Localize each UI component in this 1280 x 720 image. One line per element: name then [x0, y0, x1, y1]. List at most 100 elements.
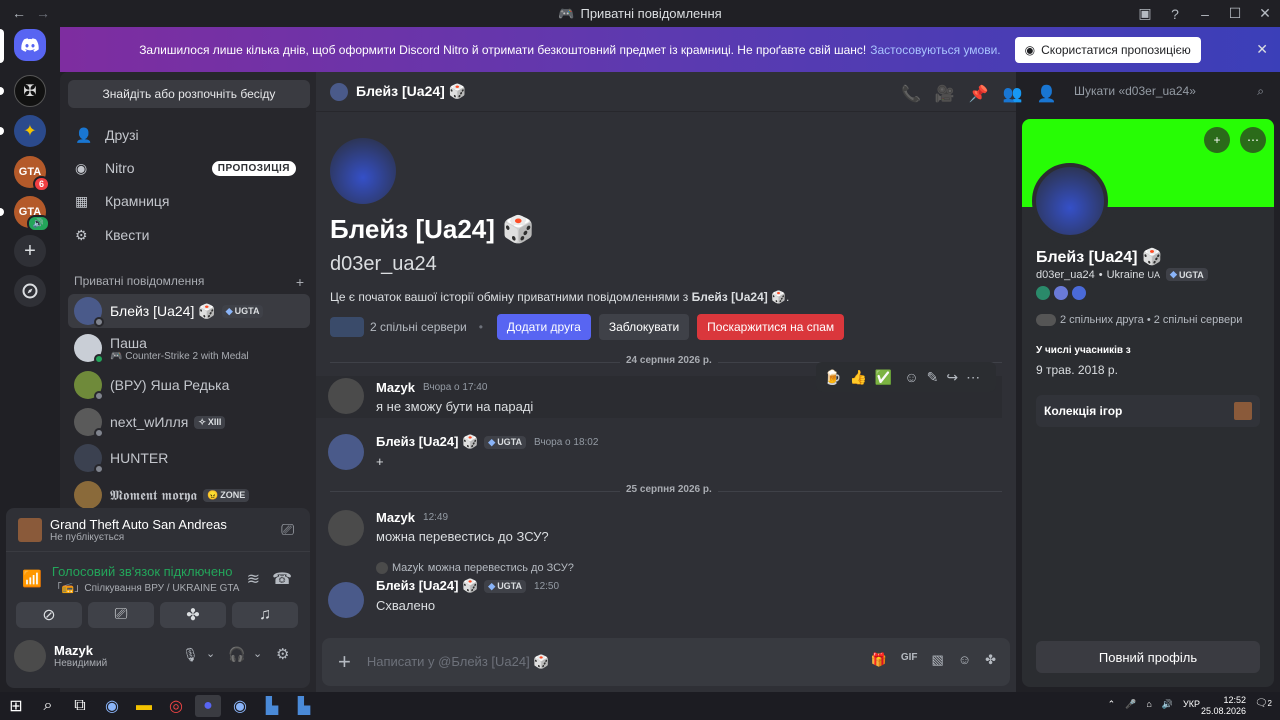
badge-nitro-icon[interactable] — [1054, 286, 1068, 300]
explore-compass-icon[interactable] — [14, 275, 46, 307]
server-icon-gta-voice[interactable]: GTA 🔊 — [14, 196, 50, 232]
guild-tag[interactable]: ◆ UGTA — [1166, 268, 1208, 281]
steam-icon[interactable]: ◉ — [99, 695, 125, 717]
chrome-icon[interactable]: ◎ — [163, 695, 189, 717]
game-activity[interactable]: Grand Theft Auto San Andreas Не публікує… — [6, 508, 310, 552]
avatar[interactable] — [328, 582, 364, 618]
sidebar-item-nitro[interactable]: ◉ Nitro ПРОПОЗИЦІЯ — [68, 152, 310, 184]
pin-icon[interactable]: 📌 — [969, 84, 989, 104]
sidebar-item-quests[interactable]: ⚙ Квести — [68, 219, 310, 251]
reaction-check-icon[interactable]: ✅ — [875, 369, 892, 386]
network-icon[interactable]: ⌂ — [1146, 699, 1151, 710]
notifications-icon[interactable]: 🗨2 — [1255, 698, 1272, 709]
app-icon[interactable]: ▙ — [259, 695, 285, 717]
apps-icon[interactable]: ✤ — [985, 652, 996, 668]
composer-placeholder[interactable]: Написати у @Блейз [Ua24] 🎲 — [367, 654, 550, 670]
steam-icon[interactable]: ◉ — [227, 695, 253, 717]
sidebar-item-friends[interactable]: 👤 Друзі — [68, 119, 310, 151]
message-author[interactable]: Mazyk — [376, 380, 415, 395]
language-indicator[interactable]: УКР — [1183, 699, 1200, 710]
voice-channel[interactable]: 「📻」Спілкування ВРУ / UKRAINE GTA — [52, 579, 240, 594]
home-discord-icon[interactable] — [14, 29, 46, 61]
avatar[interactable] — [328, 434, 364, 470]
user-profile-icon[interactable]: 👤 — [1037, 84, 1057, 104]
soundboard-button[interactable]: ♫ — [232, 602, 298, 628]
message-reply[interactable]: Mazyk можна перевестись до ЗСУ? Блейз [U… — [316, 562, 1002, 618]
forward-icon[interactable]: ↪ — [946, 369, 958, 386]
server-icon-gta[interactable]: GTA 6 — [14, 156, 50, 192]
sticker-icon[interactable]: ▧ — [932, 652, 944, 668]
report-spam-button[interactable]: Поскаржитися на спам — [697, 314, 845, 340]
forward-arrow-icon[interactable]: → — [36, 5, 50, 21]
banner-terms-link[interactable]: Застосовуються умови. — [870, 43, 1000, 57]
edit-icon[interactable]: ✎ — [927, 369, 939, 386]
dm-item[interactable]: HUNTER — [68, 441, 310, 475]
reply-preview[interactable]: Mazyk можна перевестись до ЗСУ? — [376, 562, 1002, 574]
chevron-up-icon[interactable]: ⌃ — [1108, 699, 1116, 710]
stream-game-icon[interactable]: ⎚ — [281, 522, 294, 540]
mutual-servers[interactable]: 2 спільні сервери • — [330, 317, 489, 337]
disconnect-icon[interactable]: ☎ — [272, 569, 292, 589]
minimize-button[interactable]: – — [1190, 6, 1220, 22]
windows-start-icon[interactable]: ⊞ — [3, 695, 29, 717]
dm-item[interactable]: (ВРУ) Яша Редька — [68, 368, 310, 402]
clock[interactable]: 12:52 25.08.2026 — [1201, 695, 1246, 717]
dm-item[interactable]: next_wИлля ✧ XIII — [68, 405, 310, 439]
create-dm-icon[interactable]: + — [296, 274, 304, 290]
discord-taskbar-icon[interactable]: ● — [195, 695, 221, 717]
app-icon[interactable]: ▙ — [291, 695, 317, 717]
message[interactable]: Mazyk 12:49 можна перевестись до ЗСУ? — [316, 510, 1002, 550]
find-conversation-button[interactable]: Знайдіть або розпочніть бесіду — [68, 80, 310, 108]
volume-icon[interactable]: 🔊 — [1162, 699, 1173, 710]
settings-gear-icon[interactable]: ⚙ — [276, 645, 289, 663]
gift-icon[interactable]: 🎁 — [871, 652, 887, 668]
avatar[interactable] — [328, 378, 364, 414]
chevron-down-icon[interactable]: ⌄ — [253, 647, 262, 660]
block-button[interactable]: Заблокувати — [598, 314, 690, 340]
screen-share-button[interactable]: ⎚ — [88, 602, 154, 628]
message[interactable]: Блейз [Ua24] 🎲 ◆ UGTA Вчора о 18:02 + — [316, 434, 1002, 474]
camera-off-button[interactable]: ⊘ — [16, 602, 82, 628]
reaction-beer-icon[interactable]: 🍺 — [824, 369, 841, 386]
server-icon-emblem[interactable]: ✦ — [14, 115, 46, 147]
close-banner-icon[interactable]: ✕ — [1256, 41, 1268, 58]
headphones-icon[interactable]: 🎧 — [228, 646, 245, 663]
more-icon[interactable]: ⋯ — [1240, 127, 1266, 153]
dm-item[interactable]: Паша 🎮 Counter-Strike 2 with Medal — [68, 331, 310, 365]
dm-item[interactable]: 𝕸𝖔𝖒𝖊𝖓𝖙 𝖒𝖔𝖗𝖞𝖆 😠 ZONE — [68, 478, 310, 512]
add-friend-button[interactable]: Додати друга — [496, 314, 591, 340]
task-view-icon[interactable]: ⧉ — [67, 695, 93, 717]
add-reaction-icon[interactable]: ☺ — [904, 369, 918, 385]
activities-button[interactable]: ✤ — [160, 602, 226, 628]
game-collection[interactable]: Колекція ігор — [1036, 395, 1260, 427]
noise-suppression-icon[interactable]: ≋ — [247, 569, 260, 589]
message-author[interactable]: Блейз [Ua24] 🎲 — [376, 578, 478, 594]
dm-item[interactable]: Блейз [Ua24] 🎲 ◆ UGTA — [68, 294, 310, 328]
sidebar-item-shop[interactable]: ▦ Крамниця — [68, 185, 310, 217]
full-profile-button[interactable]: Повний профіль — [1036, 641, 1260, 673]
add-friends-icon[interactable]: 👥 — [1003, 84, 1023, 104]
message-author[interactable]: Mazyk — [376, 510, 415, 525]
mic-muted-icon[interactable]: 🎙 — [182, 647, 199, 663]
badge-hypesquad-icon[interactable] — [1036, 286, 1050, 300]
avatar[interactable] — [14, 640, 46, 672]
video-call-icon[interactable]: 🎥 — [935, 84, 955, 104]
search-input[interactable]: Шукати «d03er_ua24» ⌕ — [1066, 79, 1272, 103]
avatar[interactable] — [1032, 163, 1108, 239]
attach-plus-icon[interactable]: + — [338, 649, 351, 675]
chat-header-name[interactable]: Блейз [Ua24] 🎲 — [356, 83, 466, 100]
gif-icon[interactable]: GIF — [901, 652, 918, 668]
message-composer[interactable]: + Написати у @Блейз [Ua24] 🎲 🎁 GIF ▧ ☺ ✤ — [322, 638, 1010, 686]
close-window-button[interactable]: ✕ — [1250, 5, 1280, 22]
back-arrow-icon[interactable]: ← — [12, 5, 26, 21]
avatar[interactable] — [328, 510, 364, 546]
maximize-button[interactable]: ☐ — [1220, 5, 1250, 22]
mutual-info[interactable]: 2 спільних друга • 2 спільні сервери — [1036, 314, 1242, 326]
claim-offer-button[interactable]: ◉ Скористатися пропозицією — [1014, 36, 1201, 63]
add-friend-icon[interactable]: + — [1204, 127, 1230, 153]
search-icon[interactable]: ⌕ — [35, 695, 61, 717]
emoji-icon[interactable]: ☺ — [958, 652, 971, 668]
inbox-icon[interactable]: ▣ — [1130, 5, 1160, 22]
badge-boost-icon[interactable] — [1072, 286, 1086, 300]
more-icon[interactable]: ⋯ — [966, 369, 980, 386]
